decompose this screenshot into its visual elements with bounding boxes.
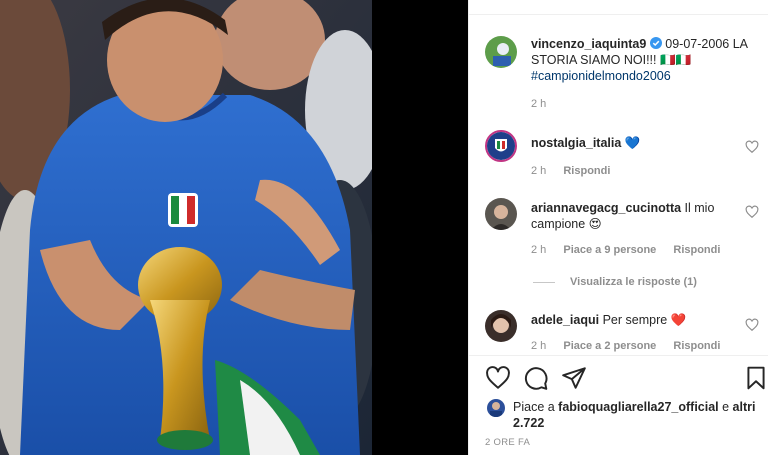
comments-panel: vincenzo_iaquinta9 09-07-2006 LA STORIA … [468,0,768,455]
replies-divider [533,282,555,283]
caption-hashtag[interactable]: #campionidelmondo2006 [531,69,671,83]
post-timestamp[interactable]: 2 ORE FA [485,437,530,448]
comment-time[interactable]: 2 h [531,340,546,352]
verified-badge-icon [649,37,662,49]
black-margin [372,0,468,455]
post-photo[interactable] [0,0,372,455]
likes-user[interactable]: fabioquagliarella27_official [558,400,718,414]
comment-time[interactable]: 2 h [531,244,546,256]
comment-avatar[interactable] [485,310,517,342]
comment-avatar[interactable] [485,198,517,230]
instagram-post-view: vincenzo_iaquinta9 09-07-2006 LA STORIA … [0,0,768,455]
comment-avatar[interactable] [485,130,517,162]
comment-likes[interactable]: Piace a 9 persone [563,244,656,256]
comment-text: Per sempre ❤️ [602,313,687,327]
comment-text: 💙 [624,136,641,150]
author-avatar[interactable] [485,36,517,68]
share-icon[interactable] [561,365,587,391]
comment-meta: 2 h Piace a 2 persone Rispondi [531,340,734,352]
comment-user[interactable]: ariannavegacg_cucinotta [531,201,681,215]
liker-avatar[interactable] [487,399,505,417]
likes-summary: Piace a fabioquagliarella27_official e a… [513,399,763,431]
heart-icon[interactable] [485,365,511,391]
view-replies-label[interactable]: Visualizza le risposte (1) [570,276,697,288]
caption: vincenzo_iaquinta9 09-07-2006 LA STORIA … [531,36,759,84]
comment-user[interactable]: adele_iaqui [531,313,599,327]
view-replies[interactable]: Visualizza le risposte (1) [570,276,711,288]
comment-user[interactable]: nostalgia_italia [531,136,621,150]
comment-time[interactable]: 2 h [531,165,546,177]
reply-button[interactable]: Rispondi [673,244,720,256]
likes-prefix: Piace a [513,400,559,414]
comment-like-icon[interactable] [745,205,759,219]
comment-body: adele_iaqui Per sempre ❤️ [531,312,741,328]
comment-like-icon[interactable] [745,318,759,332]
bookmark-icon[interactable] [743,365,768,391]
comment-body: nostalgia_italia 💙 [531,135,731,151]
caption-author[interactable]: vincenzo_iaquinta9 [531,37,646,51]
post-photo-image [0,0,372,455]
reply-button[interactable]: Rispondi [673,340,720,352]
likes-connector: e [718,400,733,414]
comment-body: ariannavegacg_cucinotta Il mio campione … [531,200,741,232]
header-divider [469,14,768,15]
actions-divider [469,355,768,356]
comment-icon[interactable] [523,365,549,391]
caption-time[interactable]: 2 h [531,98,546,110]
comment-meta: 2 h Piace a 9 persone Rispondi [531,244,734,256]
reply-button[interactable]: Rispondi [563,165,610,177]
caption-meta: 2 h [531,98,560,110]
comment-like-icon[interactable] [745,140,759,154]
comment-likes[interactable]: Piace a 2 persone [563,340,656,352]
comment-meta: 2 h Rispondi [531,165,624,177]
